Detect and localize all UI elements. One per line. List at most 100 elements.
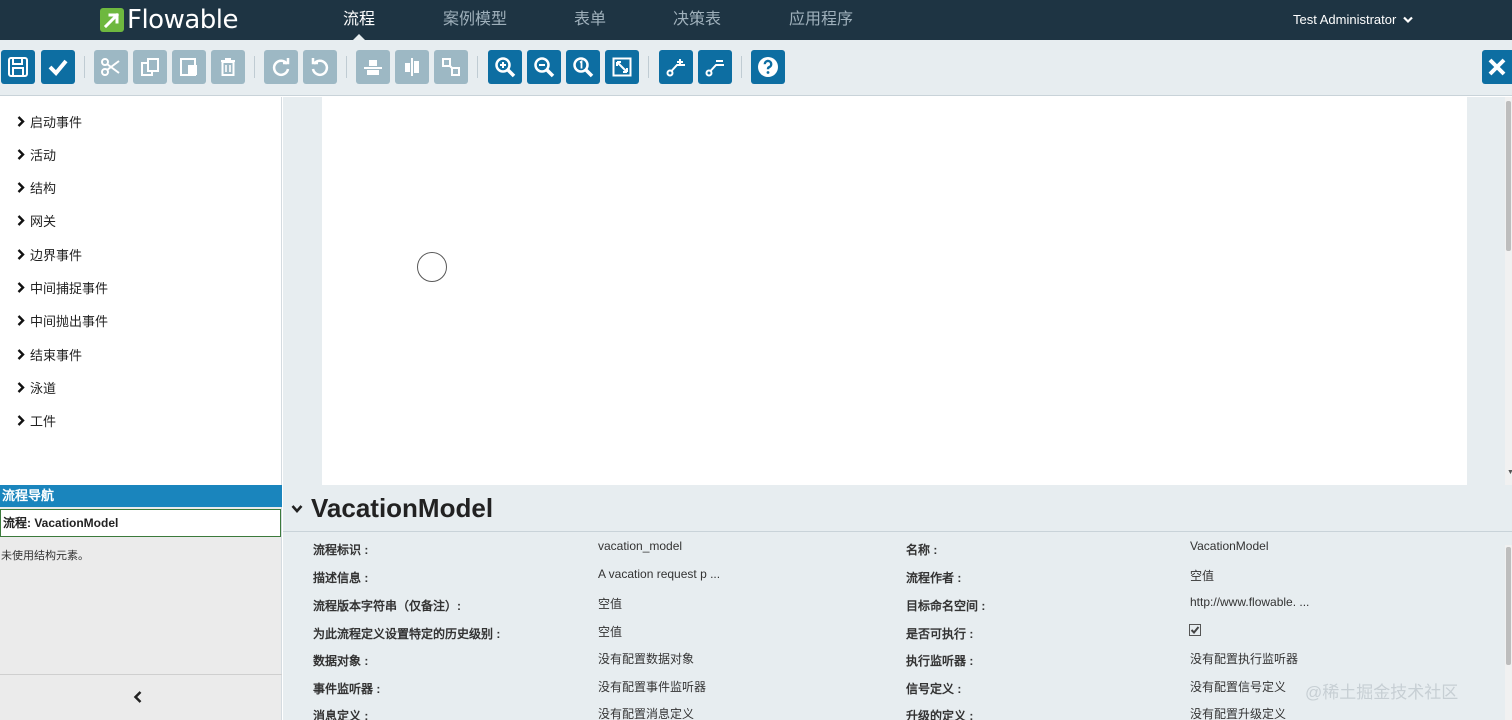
cut-button[interactable]: [94, 50, 128, 84]
help-button[interactable]: [751, 50, 785, 84]
undo-icon: [311, 58, 329, 76]
palette-group[interactable]: 泳道: [17, 377, 56, 397]
paste-icon: [180, 58, 197, 76]
property-label: 是否可执行 :: [906, 627, 974, 641]
zoom-fit-button[interactable]: [605, 50, 639, 84]
property-label: 目标命名空间 :: [906, 599, 986, 613]
diagram-canvas[interactable]: [322, 97, 1467, 485]
same-size-icon: [442, 58, 460, 76]
property-label: 消息定义 :: [313, 709, 369, 720]
user-menu[interactable]: Test Administrator: [1293, 0, 1413, 40]
zoom-out-button[interactable]: [527, 50, 561, 84]
nav-tab-apps[interactable]: 应用程序: [789, 0, 853, 40]
property-value[interactable]: 没有配置执行监听器: [1190, 650, 1298, 667]
property-value[interactable]: http://www.flowable. ...: [1190, 595, 1309, 609]
property-label: 名称 :: [906, 543, 938, 557]
zoom-actual-button[interactable]: [566, 50, 600, 84]
palette-group[interactable]: 结束事件: [17, 344, 82, 364]
property-value[interactable]: 空值: [598, 595, 622, 612]
palette-group-label: 网关: [30, 213, 57, 229]
property-value[interactable]: VacationModel: [1190, 539, 1269, 553]
canvas-scrollbar[interactable]: [1505, 97, 1512, 485]
scroll-down-arrow-icon[interactable]: ▼: [1507, 469, 1512, 476]
user-name: Test Administrator: [1293, 12, 1397, 27]
flowable-logo[interactable]: Flowable: [100, 6, 239, 34]
property-value[interactable]: 空值: [1190, 567, 1214, 584]
property-value[interactable]: 空值: [598, 623, 622, 640]
remove-bendpoint-button[interactable]: [698, 50, 732, 84]
chevron-down-icon[interactable]: [291, 504, 303, 514]
palette-group[interactable]: 结构: [17, 177, 56, 197]
align-horizontal-button[interactable]: [395, 50, 429, 84]
toolbar-divider: [84, 56, 85, 78]
palette-group[interactable]: 中间捕捉事件: [17, 277, 108, 297]
zoom-in-button[interactable]: [488, 50, 522, 84]
property-value[interactable]: 没有配置数据对象: [598, 650, 694, 667]
shape-palette: 启动事件活动结构网关边界事件中间捕捉事件 中间抛出事件 结束事件泳道工件: [0, 97, 282, 485]
redo-icon: [272, 58, 290, 76]
add-bendpoint-icon: [666, 59, 685, 77]
start-event-shape[interactable]: [417, 252, 447, 282]
properties-title: VacationModel: [311, 493, 494, 523]
undo-button[interactable]: [303, 50, 337, 84]
properties-header: VacationModel: [283, 485, 1512, 532]
chevron-left-icon[interactable]: [133, 691, 143, 703]
toolbar-divider: [254, 56, 255, 78]
palette-group[interactable]: 活动: [17, 144, 56, 164]
palette-group[interactable]: 工件: [17, 410, 56, 430]
copy-button[interactable]: [133, 50, 167, 84]
process-navigator: 流程导航 流程: VacationModel 未使用结构元素。: [0, 485, 282, 720]
chevron-right-icon: [17, 181, 27, 193]
executable-checkbox[interactable]: [1189, 624, 1201, 636]
property-label: 流程作者 :: [906, 571, 962, 585]
nav-tab-forms[interactable]: 表单: [574, 0, 606, 40]
toolbar-divider: [741, 56, 742, 78]
chevron-right-icon: [17, 115, 27, 127]
canvas-area: ▼: [283, 97, 1512, 485]
property-value[interactable]: 没有配置信号定义: [1190, 678, 1286, 695]
zoom-fit-icon: [612, 57, 632, 77]
property-value[interactable]: 没有配置消息定义: [598, 705, 694, 720]
same-size-button[interactable]: [434, 50, 468, 84]
validate-button[interactable]: [41, 50, 75, 84]
canvas-scrollbar-thumb[interactable]: [1506, 101, 1511, 251]
toolbar-divider: [648, 56, 649, 78]
top-navbar: Flowable 流程 案例模型 表单 决策表 应用程序 Test Admini…: [0, 0, 1512, 40]
nav-tab-decision-tables[interactable]: 决策表: [673, 0, 721, 40]
align-vertical-button[interactable]: [356, 50, 390, 84]
palette-group[interactable]: 网关: [17, 210, 56, 230]
save-button[interactable]: [1, 50, 35, 84]
property-label: 升级的定义 :: [906, 709, 974, 720]
zoom-in-icon: [495, 57, 516, 78]
property-label: 信号定义 :: [906, 682, 962, 696]
align-horizontal-icon: [405, 58, 419, 76]
chevron-right-icon: [17, 314, 27, 326]
nav-tab-case-models[interactable]: 案例模型: [443, 0, 507, 40]
property-label: 流程版本字符串（仅备注）:: [313, 599, 461, 613]
property-value[interactable]: 没有配置事件监听器: [598, 678, 706, 695]
chevron-right-icon: [17, 348, 27, 360]
paste-button[interactable]: [172, 50, 206, 84]
add-bendpoint-button[interactable]: [659, 50, 693, 84]
navigator-process-item[interactable]: 流程: VacationModel: [0, 509, 281, 537]
remove-bendpoint-icon: [705, 60, 724, 77]
checkmark-icon: [48, 59, 68, 76]
property-label: 执行监听器 :: [906, 654, 974, 668]
chevron-right-icon: [17, 214, 27, 226]
delete-button[interactable]: [211, 50, 245, 84]
palette-group[interactable]: 边界事件: [17, 244, 82, 264]
properties-scrollbar[interactable]: [1505, 545, 1512, 720]
properties-scrollbar-thumb[interactable]: [1506, 547, 1511, 665]
flowable-logo-icon: [100, 8, 124, 32]
close-editor-button[interactable]: [1482, 50, 1512, 84]
floppy-disk-icon: [8, 57, 28, 77]
property-value[interactable]: A vacation request p ...: [598, 567, 720, 581]
property-value[interactable]: vacation_model: [598, 539, 682, 553]
palette-group[interactable]: 启动事件: [17, 111, 82, 131]
close-icon: [1488, 58, 1506, 76]
palette-group[interactable]: 中间抛出事件: [17, 310, 108, 330]
property-value[interactable]: 没有配置升级定义: [1190, 705, 1286, 720]
scissors-icon: [101, 58, 120, 76]
redo-button[interactable]: [264, 50, 298, 84]
navigator-title: 流程导航: [0, 485, 282, 507]
